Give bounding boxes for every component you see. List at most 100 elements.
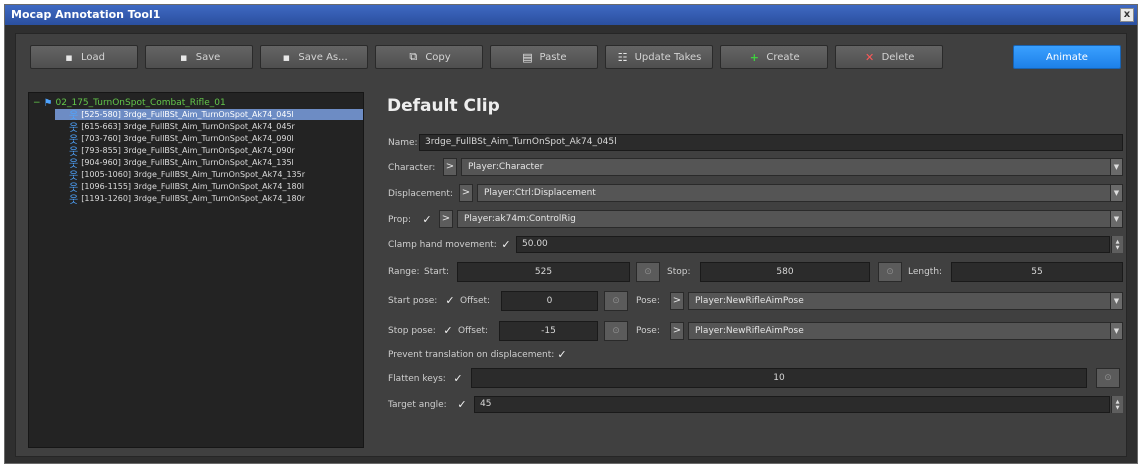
x-icon: ✕ <box>864 50 875 64</box>
start-pose-label: Start pose: <box>388 296 438 306</box>
flatten-keys-checkbox[interactable]: ✓ <box>452 373 464 385</box>
chevron-down-icon: ▼ <box>1110 323 1122 339</box>
stop-pose-label: Stop pose: <box>388 326 436 336</box>
prevent-translation-label: Prevent translation on displacement: <box>388 350 555 360</box>
floppy-icon: ▪ <box>179 50 188 64</box>
target-angle-checkbox[interactable]: ✓ <box>456 399 468 411</box>
stop-pose-checkbox[interactable]: ✓ <box>442 325 454 337</box>
floppy-icon: ▪ <box>282 50 291 64</box>
save-label: Save <box>195 51 221 63</box>
displacement-dropdown[interactable]: Player:Ctrl:Displacement ▼ <box>477 184 1123 202</box>
tree-root[interactable]: − ⚑ 02_175_TurnOnSpot_Combat_Rifle_01 <box>33 97 226 109</box>
start-pose-dropdown[interactable]: Player:NewRifleAimPose ▼ <box>688 292 1123 310</box>
tree-item[interactable]: 웃 [525-580] 3rdge_FullBSt_Aim_TurnOnSpot… <box>55 109 363 122</box>
paste-icon: ▤ <box>522 50 533 64</box>
update-takes-button[interactable]: ☷ Update Takes <box>605 45 713 69</box>
stop-field[interactable]: 580 <box>700 262 870 282</box>
app-window: Mocap Annotation Tool1 x ▪ Load ▪ Save ▪… <box>4 4 1138 464</box>
tree-item-label: [1191-1260] 3rdge_FullBSt_Aim_TurnOnSpot… <box>81 194 305 203</box>
paste-button[interactable]: ▤ Paste <box>490 45 598 69</box>
load-button[interactable]: ▪ Load <box>30 45 138 69</box>
collapse-icon[interactable]: − <box>33 98 41 108</box>
target-angle-field[interactable]: 45 <box>474 396 1110 413</box>
stop-offset-field[interactable]: -15 <box>499 321 598 341</box>
clamp-spinner[interactable]: ▲ ▼ <box>1111 236 1123 253</box>
prop-dropdown[interactable]: Player:ak74m:ControlRig ▼ <box>457 210 1123 228</box>
target-angle-spinner[interactable]: ▲ ▼ <box>1111 396 1123 413</box>
character-dropdown[interactable]: Player:Character ▼ <box>461 158 1123 176</box>
chevron-down-icon: ▼ <box>1110 293 1122 309</box>
start-pick-button[interactable]: ⊙ <box>636 262 660 282</box>
chevron-down-icon: ▼ <box>1110 185 1122 201</box>
stop-pose-pick-button[interactable]: > <box>670 322 684 340</box>
floppy-icon: ▪ <box>65 50 73 64</box>
window-titlebar: Mocap Annotation Tool1 x <box>5 5 1137 25</box>
character-value: Player:Character <box>468 162 544 172</box>
tree-item[interactable]: 웃 [1191-1260] 3rdge_FullBSt_Aim_TurnOnSp… <box>69 193 305 206</box>
length-field[interactable]: 55 <box>951 262 1123 282</box>
name-field[interactable]: 3rdge_FullBSt_Aim_TurnOnSpot_Ak74_045l <box>419 134 1123 151</box>
clamp-checkbox[interactable]: ✓ <box>500 239 512 251</box>
tree-item[interactable]: 웃 [904-960] 3rdge_FullBSt_Aim_TurnOnSpot… <box>69 157 294 170</box>
clip-runner-icon: 웃 <box>69 195 79 206</box>
update-takes-label: Update Takes <box>634 51 702 63</box>
stop-pick-button[interactable]: ⊙ <box>878 262 902 282</box>
copy-button[interactable]: ⧉ Copy <box>375 45 483 69</box>
tree-item[interactable]: 웃 [703-760] 3rdge_FullBSt_Aim_TurnOnSpot… <box>69 133 294 146</box>
tree-item-label: [793-855] 3rdge_FullBSt_Aim_TurnOnSpot_A… <box>81 146 295 155</box>
tree-item-label: [525-580] 3rdge_FullBSt_Aim_TurnOnSpot_A… <box>81 110 294 119</box>
tree-item[interactable]: 웃 [1096-1155] 3rdge_FullBSt_Aim_TurnOnSp… <box>69 181 304 194</box>
flatten-keys-field[interactable]: 10 <box>471 368 1087 388</box>
name-label: Name: <box>388 138 418 148</box>
displacement-label: Displacement: <box>388 189 453 199</box>
start-pose-pick-button[interactable]: > <box>670 292 684 310</box>
close-button[interactable]: x <box>1120 8 1134 22</box>
prevent-translation-checkbox[interactable]: ✓ <box>556 349 568 361</box>
tree-item[interactable]: 웃 [1005-1060] 3rdge_FullBSt_Aim_TurnOnSp… <box>69 169 305 182</box>
stop-pose-value: Player:NewRifleAimPose <box>695 326 804 336</box>
start-offset-pick-button[interactable]: ⊙ <box>604 291 628 311</box>
start-field[interactable]: 525 <box>457 262 630 282</box>
clip-title: Default Clip <box>387 96 500 116</box>
start-offset-label: Offset: <box>460 296 491 306</box>
tree-item[interactable]: 웃 [793-855] 3rdge_FullBSt_Aim_TurnOnSpot… <box>69 145 295 158</box>
clamp-field[interactable]: 50.00 <box>516 236 1110 253</box>
take-folder-icon: ⚑ <box>43 97 53 109</box>
main-panel: ▪ Load ▪ Save ▪ Save As... ⧉ Copy ▤ Past… <box>15 33 1127 457</box>
save-as-label: Save As... <box>298 51 348 63</box>
start-pose-checkbox[interactable]: ✓ <box>444 295 456 307</box>
tree-item-label: [1096-1155] 3rdge_FullBSt_Aim_TurnOnSpot… <box>81 182 304 191</box>
window-title: Mocap Annotation Tool1 <box>11 8 161 21</box>
start-pose-value: Player:NewRifleAimPose <box>695 296 804 306</box>
chevron-down-icon: ▼ <box>1110 211 1122 227</box>
tree-item[interactable]: 웃 [615-663] 3rdge_FullBSt_Aim_TurnOnSpot… <box>69 121 295 134</box>
animate-label: Animate <box>1046 51 1088 63</box>
prop-label: Prop: <box>388 215 412 225</box>
take-tree[interactable]: − ⚑ 02_175_TurnOnSpot_Combat_Rifle_01 웃 … <box>28 92 364 448</box>
character-pick-button[interactable]: > <box>443 158 457 176</box>
start-pose-pose-label: Pose: <box>636 296 660 306</box>
stop-offset-pick-button[interactable]: ⊙ <box>604 321 628 341</box>
target-angle-label: Target angle: <box>388 400 447 410</box>
save-as-button[interactable]: ▪ Save As... <box>260 45 368 69</box>
range-label: Range: <box>388 267 420 277</box>
tree-item-label: [904-960] 3rdge_FullBSt_Aim_TurnOnSpot_A… <box>81 158 294 167</box>
animate-button[interactable]: Animate <box>1013 45 1121 69</box>
save-button[interactable]: ▪ Save <box>145 45 253 69</box>
prop-pick-button[interactable]: > <box>439 210 453 228</box>
clamp-label: Clamp hand movement: <box>388 240 497 250</box>
displacement-pick-button[interactable]: > <box>459 184 473 202</box>
stop-pose-dropdown[interactable]: Player:NewRifleAimPose ▼ <box>688 322 1123 340</box>
start-offset-field[interactable]: 0 <box>501 291 598 311</box>
prop-checkbox[interactable]: ✓ <box>421 214 433 226</box>
chevron-down-icon: ▼ <box>1110 159 1122 175</box>
delete-button[interactable]: ✕ Delete <box>835 45 943 69</box>
copy-label: Copy <box>425 51 451 63</box>
tree-item-label: [703-760] 3rdge_FullBSt_Aim_TurnOnSpot_A… <box>81 134 294 143</box>
create-label: Create <box>766 51 800 63</box>
copy-icon: ⧉ <box>409 50 418 63</box>
displacement-value: Player:Ctrl:Displacement <box>484 188 596 198</box>
create-button[interactable]: + Create <box>720 45 828 69</box>
stop-pose-pose-label: Pose: <box>636 326 660 336</box>
flatten-keys-pick-button[interactable]: ⊙ <box>1096 368 1120 388</box>
